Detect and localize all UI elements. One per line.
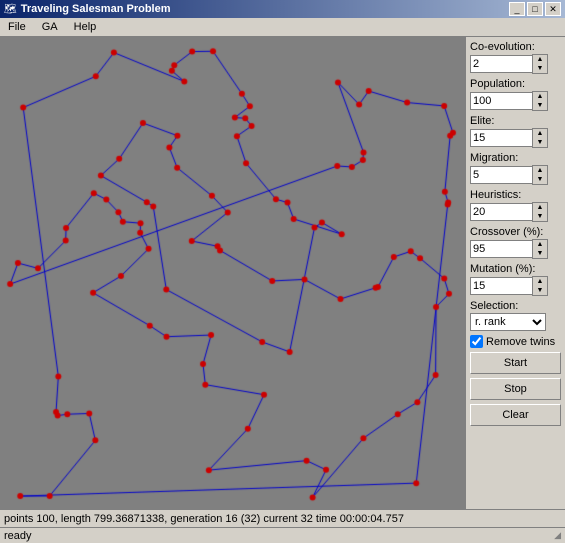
right-panel: Co-evolution: ▲ ▼ Population: ▲ ▼ <box>465 37 565 509</box>
elite-label: Elite: <box>470 115 561 127</box>
heuristics-input[interactable] <box>470 203 532 221</box>
mutation-group: Mutation (%): ▲ ▼ <box>470 263 561 296</box>
menu-help[interactable]: Help <box>70 20 101 34</box>
migration-row: ▲ ▼ <box>470 165 561 185</box>
window-frame: 🗺 Traveling Salesman Problem _ □ ✕ File … <box>0 0 565 543</box>
population-spinner: ▲ ▼ <box>532 91 548 111</box>
remove-twins-checkbox[interactable] <box>470 335 483 348</box>
coevolution-label: Co-evolution: <box>470 41 561 53</box>
coevolution-up[interactable]: ▲ <box>533 55 547 64</box>
tsp-canvas <box>0 37 465 509</box>
coevolution-spinner: ▲ ▼ <box>532 54 548 74</box>
maximize-button[interactable]: □ <box>527 2 543 16</box>
migration-group: Migration: ▲ ▼ <box>470 152 561 185</box>
heuristics-up[interactable]: ▲ <box>533 203 547 212</box>
elite-down[interactable]: ▼ <box>533 138 547 147</box>
mutation-label: Mutation (%): <box>470 263 561 275</box>
crossover-down[interactable]: ▼ <box>533 249 547 258</box>
population-input[interactable] <box>470 92 532 110</box>
window-controls: _ □ ✕ <box>509 2 561 16</box>
migration-input[interactable] <box>470 166 532 184</box>
window-title: Traveling Salesman Problem <box>21 3 171 15</box>
elite-group: Elite: ▲ ▼ <box>470 115 561 148</box>
clear-button[interactable]: Clear <box>470 404 561 426</box>
heuristics-spinner: ▲ ▼ <box>532 202 548 222</box>
selection-group: Selection: r. rank tournament roulette <box>470 300 561 331</box>
heuristics-label: Heuristics: <box>470 189 561 201</box>
elite-up[interactable]: ▲ <box>533 129 547 138</box>
migration-up[interactable]: ▲ <box>533 166 547 175</box>
mutation-spinner: ▲ ▼ <box>532 276 548 296</box>
ready-bar: ready ◢ <box>0 527 565 543</box>
menu-bar: File GA Help <box>0 18 565 37</box>
close-button[interactable]: ✕ <box>545 2 561 16</box>
app-icon: 🗺 <box>4 4 17 15</box>
elite-row: ▲ ▼ <box>470 128 561 148</box>
start-button[interactable]: Start <box>470 352 561 374</box>
elite-spinner: ▲ ▼ <box>532 128 548 148</box>
population-group: Population: ▲ ▼ <box>470 78 561 111</box>
coevolution-down[interactable]: ▼ <box>533 64 547 73</box>
heuristics-group: Heuristics: ▲ ▼ <box>470 189 561 222</box>
remove-twins-row: Remove twins <box>470 335 561 348</box>
ready-text: ready <box>4 530 32 542</box>
stop-button[interactable]: Stop <box>470 378 561 400</box>
menu-file[interactable]: File <box>4 20 30 34</box>
title-bar: 🗺 Traveling Salesman Problem _ □ ✕ <box>0 0 565 18</box>
elite-input[interactable] <box>470 129 532 147</box>
mutation-input[interactable] <box>470 277 532 295</box>
heuristics-row: ▲ ▼ <box>470 202 561 222</box>
main-area: Co-evolution: ▲ ▼ Population: ▲ ▼ <box>0 37 565 509</box>
coevolution-row: ▲ ▼ <box>470 54 561 74</box>
mutation-up[interactable]: ▲ <box>533 277 547 286</box>
migration-spinner: ▲ ▼ <box>532 165 548 185</box>
canvas-area <box>0 37 465 509</box>
migration-label: Migration: <box>470 152 561 164</box>
population-label: Population: <box>470 78 561 90</box>
population-up[interactable]: ▲ <box>533 92 547 101</box>
crossover-spinner: ▲ ▼ <box>532 239 548 259</box>
status-bar: points 100, length 799.36871338, generat… <box>0 509 565 527</box>
crossover-row: ▲ ▼ <box>470 239 561 259</box>
mutation-row: ▲ ▼ <box>470 276 561 296</box>
crossover-group: Crossover (%): ▲ ▼ <box>470 226 561 259</box>
remove-twins-label: Remove twins <box>486 336 555 348</box>
heuristics-down[interactable]: ▼ <box>533 212 547 221</box>
coevolution-group: Co-evolution: ▲ ▼ <box>470 41 561 74</box>
resize-grip: ◢ <box>554 530 561 541</box>
selection-label: Selection: <box>470 300 561 312</box>
crossover-up[interactable]: ▲ <box>533 240 547 249</box>
menu-ga[interactable]: GA <box>38 20 62 34</box>
selection-row: r. rank tournament roulette <box>470 313 561 331</box>
population-row: ▲ ▼ <box>470 91 561 111</box>
crossover-label: Crossover (%): <box>470 226 561 238</box>
status-text: points 100, length 799.36871338, generat… <box>4 513 404 525</box>
migration-down[interactable]: ▼ <box>533 175 547 184</box>
population-down[interactable]: ▼ <box>533 101 547 110</box>
coevolution-input[interactable] <box>470 55 532 73</box>
mutation-down[interactable]: ▼ <box>533 286 547 295</box>
minimize-button[interactable]: _ <box>509 2 525 16</box>
crossover-input[interactable] <box>470 240 532 258</box>
selection-select[interactable]: r. rank tournament roulette <box>470 313 546 331</box>
